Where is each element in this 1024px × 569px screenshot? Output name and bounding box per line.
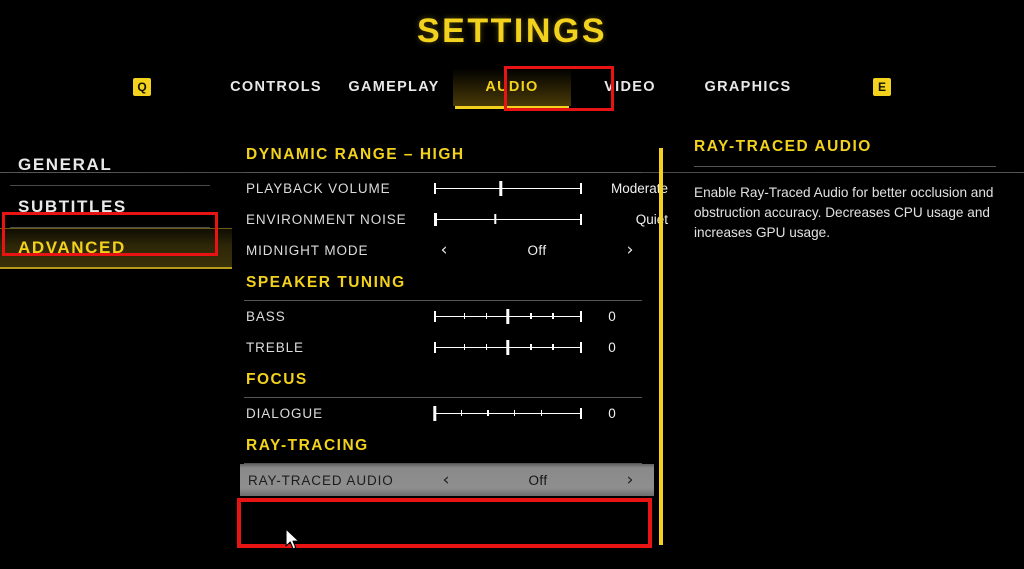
section-heading-speaker-tuning: SPEAKER TUNING [246,274,406,291]
slider-tick [463,313,465,319]
slider-cap-right [580,341,582,353]
slider-track [434,218,582,221]
slider-tick [485,313,488,319]
tab-gameplay[interactable]: GAMEPLAY [335,68,453,106]
sidebar-item-label: GENERAL [18,154,113,174]
option-control[interactable] [433,398,582,429]
page-title: SETTINGS [416,12,608,50]
slider-track [434,187,582,190]
slider-tick [487,410,489,416]
option-value: 0 [608,340,616,355]
stepper-ray-traced-audio[interactable]: ‹ Off › [436,471,642,489]
info-panel-divider [694,166,996,167]
info-panel: RAY-TRACED AUDIO Enable Ray-Traced Audio… [660,120,1024,569]
tab-video[interactable]: VIDEO [571,68,689,106]
option-label: TREBLE [246,340,304,355]
option-value: Quiet [635,212,668,227]
slider-tick [530,344,532,350]
sidebar-item-subtitles[interactable]: SUBTITLES [0,186,232,227]
option-control[interactable] [434,332,582,363]
info-panel-title: RAY-TRACED AUDIO [694,138,872,155]
sidebar-item-label: SUBTITLES [18,196,127,216]
option-control[interactable] [434,204,582,235]
slider-thumb[interactable] [498,180,503,196]
slider-tick [460,410,463,416]
sidebar: GENERAL SUBTITLES ADVANCED [0,120,232,569]
options-column: DYNAMIC RANGE – HIGH PLAYBACK VOLUME Mod… [232,120,668,569]
option-label: ENVIRONMENT NOISE [246,212,407,227]
slider-thumb[interactable] [506,339,510,355]
chevron-right-icon[interactable]: › [620,242,640,259]
slider-tick [530,313,532,319]
option-control[interactable] [434,173,582,204]
option-label: RAY-TRACED AUDIO [248,472,394,488]
option-row-dialogue[interactable]: DIALOGUE 0 [232,398,660,429]
chevron-right-icon[interactable]: › [620,471,640,489]
stepper-midnight-mode[interactable]: ‹ Off › [434,242,642,259]
option-row-treble[interactable]: TREBLE 0 [232,332,660,363]
slider-cap-right [580,213,582,225]
slider-cap-left [434,182,436,194]
sidebar-item-general[interactable]: GENERAL [0,144,232,185]
right-key-hint: E [807,78,957,96]
slider-tick [552,344,554,350]
stepper-value: Off [528,472,548,488]
option-row-playback-volume[interactable]: PLAYBACK VOLUME Moderate [232,173,668,204]
slider-track [434,412,582,415]
slider-cap-left [434,341,436,353]
tab-bar: Q CONTROLS GAMEPLAY AUDIO VIDEO GRAPHICS… [0,65,1024,173]
slider-cap-right [580,310,582,322]
key-q-badge[interactable]: Q [133,78,151,96]
vertical-scrollbar[interactable] [659,148,663,545]
chevron-left-icon[interactable]: ‹ [434,242,454,259]
slider-cap-left [434,212,438,226]
section-heading-focus: FOCUS [246,371,308,388]
slider-thumb[interactable] [506,308,510,324]
slider-treble[interactable] [434,338,582,358]
key-e-badge[interactable]: E [873,78,891,96]
option-row-bass[interactable]: BASS 0 [232,301,660,332]
stepper-value: Off [527,243,547,258]
option-row-ray-traced-audio[interactable]: RAY-TRACED AUDIO ‹ Off › [240,464,654,496]
option-label: BASS [246,309,286,324]
tab-audio[interactable]: AUDIO [453,68,571,109]
tab-graphics[interactable]: GRAPHICS [689,68,807,106]
section-heading-ray-tracing: RAY-TRACING [246,437,369,454]
option-row-midnight-mode[interactable]: MIDNIGHT MODE ‹ Off › [232,235,660,266]
option-value: 0 [608,309,616,324]
slider-cap-right [580,407,582,419]
settings-content: GENERAL SUBTITLES ADVANCED DYNAMIC RANGE… [0,120,1024,569]
slider-tick [552,313,554,319]
slider-thumb[interactable] [494,214,497,224]
option-value: Moderate [610,181,668,196]
slider-tick [513,410,516,416]
slider-tick [463,344,465,350]
info-panel-description: Enable Ray-Traced Audio for better occlu… [694,185,994,240]
slider-tick [485,344,488,350]
section-heading-dynamic-range: DYNAMIC RANGE – HIGH [246,146,465,163]
slider-thumb[interactable] [433,405,437,421]
option-label: PLAYBACK VOLUME [246,181,391,196]
option-label: DIALOGUE [246,406,323,421]
slider-environment-noise[interactable] [434,210,582,230]
option-control[interactable]: ‹ Off › [436,464,642,496]
sidebar-item-advanced[interactable]: ADVANCED [0,228,232,269]
option-value: 0 [608,406,616,421]
option-label: MIDNIGHT MODE [246,243,369,258]
option-control[interactable]: ‹ Off › [434,235,642,266]
option-row-environment-noise[interactable]: ENVIRONMENT NOISE Quiet [232,204,668,235]
left-key-hint: Q [67,78,217,96]
option-control[interactable] [434,301,582,332]
chevron-left-icon[interactable]: ‹ [436,471,456,489]
slider-playback-volume[interactable] [434,179,582,199]
slider-cap-right [580,182,582,194]
slider-dialogue[interactable] [433,404,582,424]
slider-cap-left [434,310,436,322]
slider-tick [540,410,542,416]
sidebar-item-label: ADVANCED [18,238,126,257]
slider-bass[interactable] [434,307,582,327]
tab-controls[interactable]: CONTROLS [217,68,335,106]
